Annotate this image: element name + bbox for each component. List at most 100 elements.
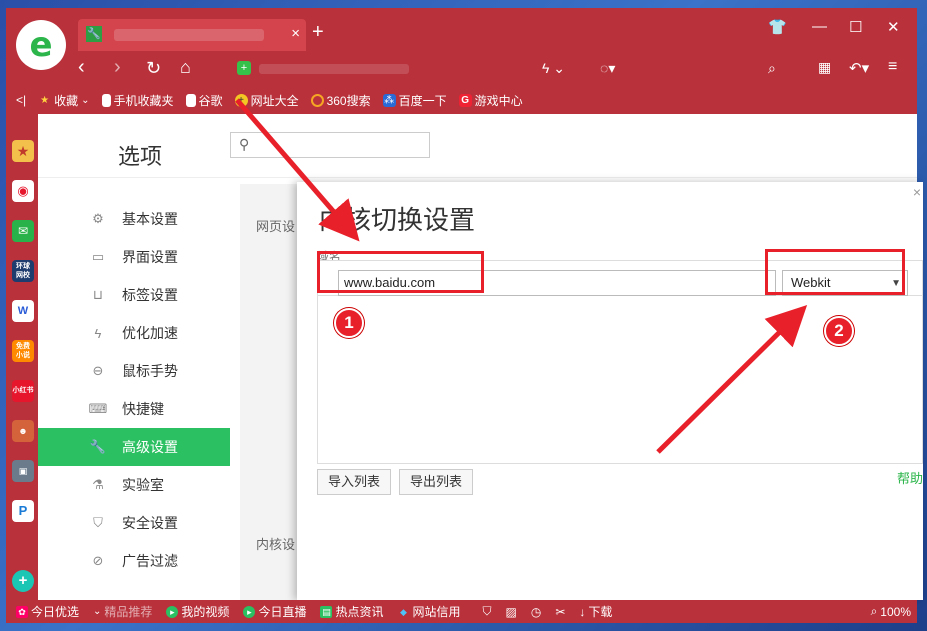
gear-icon: ⚙ — [92, 211, 104, 226]
tools-icon[interactable]: ✂ — [555, 605, 565, 619]
dialog-close-button[interactable]: × — [913, 184, 921, 200]
url-blurred — [259, 64, 409, 74]
annotation-badge-2: 2 — [824, 316, 854, 346]
search-icon[interactable]: ⌕ — [768, 60, 776, 77]
maximize-icon[interactable]: ☐ — [849, 18, 862, 36]
status-my-video[interactable]: ▸ 我的视频 — [166, 603, 229, 620]
menu-item-security[interactable]: ⛉ 安全设置 — [38, 504, 230, 542]
mail-icon[interactable]: ✉ — [12, 220, 34, 242]
bookmark-mobile[interactable]: 手机收藏夹 — [101, 92, 174, 109]
home-icon[interactable]: ⌂ — [180, 57, 191, 78]
bookmark-game-center[interactable]: G 游戏中心 — [458, 92, 523, 109]
search-icon: ⚲ — [239, 136, 250, 152]
tab-close-button[interactable]: × — [291, 25, 300, 42]
bookmark-google[interactable]: 谷歌 — [185, 92, 223, 109]
apps-grid-icon[interactable]: ▦ — [818, 59, 831, 76]
image-icon[interactable]: ▨ — [506, 605, 517, 619]
weibo-icon[interactable]: ◉ — [12, 180, 34, 202]
status-site-credit[interactable]: ◆ 网站信用 — [397, 603, 460, 620]
bookmark-baidu[interactable]: ⁂ 百度一下 — [382, 92, 447, 109]
pubg-icon[interactable]: ▣ — [12, 460, 34, 482]
window-icon: ▭ — [91, 249, 105, 264]
mouse-icon: ⊖ — [92, 363, 104, 378]
settings-menu: ⚙ 基本设置 ▭ 界面设置 ⊔ 标签设置 ϟ 优化加速 ⊖ 鼠标手势 ⌨ 快捷键 🔧 高级设置… — [38, 178, 230, 600]
bookmarks-bar: <| ★ 收藏 ⌄ 手机收藏夹 谷歌 + 网址大全 360搜索 ⁂ 百度一下 G 游戏中心 — [6, 88, 917, 112]
security-shield-icon: + — [237, 61, 251, 75]
menu-item-basic[interactable]: ⚙ 基本设置 — [38, 200, 230, 238]
bookmarks-toggle[interactable]: <| — [16, 93, 26, 107]
huanqiu-school-icon[interactable]: 环球 网校 — [12, 260, 34, 282]
status-recommend[interactable]: ⌄ 精品推荐 — [93, 603, 152, 620]
shield-icon: ⛉ — [93, 515, 103, 530]
menu-icon[interactable]: ≡ — [888, 58, 897, 76]
status-download[interactable]: ↓ 下载 — [579, 603, 612, 620]
menu-item-optimize[interactable]: ϟ 优化加速 — [38, 314, 230, 352]
menu-item-shortcuts[interactable]: ⌨ 快捷键 — [38, 390, 230, 428]
add-icon[interactable]: + — [12, 570, 34, 592]
status-zoom[interactable]: ⌕ 100% — [871, 604, 911, 619]
p-app-icon[interactable]: P — [12, 500, 34, 522]
chevron-icon: ⌄ — [93, 606, 102, 617]
shield-status-icon[interactable]: ⛉ — [482, 604, 491, 619]
menu-item-advanced[interactable]: 🔧 高级设置 — [38, 428, 230, 466]
bookmark-sites[interactable]: + 网址大全 — [234, 92, 299, 109]
sync-icon[interactable]: ◌▾ — [600, 60, 615, 77]
credit-icon: ◆ — [400, 606, 407, 617]
menu-item-adblock[interactable]: ⊘ 广告过滤 — [38, 542, 230, 580]
phone-icon — [101, 93, 111, 107]
status-news[interactable]: ▤ 热点资讯 — [320, 603, 383, 620]
menu-item-lab[interactable]: ⚗ 实验室 — [38, 466, 230, 504]
bookmark-360-search[interactable]: 360搜索 — [310, 92, 371, 109]
game-icon: G — [458, 93, 472, 107]
dialog-title: 内核切换设置 — [319, 205, 476, 235]
page-icon — [185, 93, 196, 107]
live-icon: ▸ — [243, 605, 256, 618]
skin-icon[interactable]: 👕 — [768, 18, 787, 36]
settings-search-input[interactable]: ⚲ — [230, 132, 430, 158]
speed-icon[interactable]: ◷ — [531, 605, 541, 619]
section-webpage: 网页设 — [256, 219, 296, 234]
back-icon[interactable]: ‹ — [78, 56, 85, 79]
free-novel-icon[interactable]: 免费 小说 — [12, 340, 34, 362]
minimize-icon[interactable]: — — [812, 18, 827, 35]
globe-icon: + — [234, 93, 248, 107]
section-kernel: 内核设 — [256, 537, 296, 552]
rail-favorites-icon[interactable]: ★ — [12, 140, 34, 162]
bookmark-favorites[interactable]: ★ 收藏 ⌄ — [38, 92, 89, 109]
forward-icon[interactable]: › — [114, 56, 121, 79]
status-today-picks[interactable]: ✿ 今日优选 — [16, 603, 79, 620]
block-icon: ⊘ — [92, 553, 104, 568]
annotation-badge-1: 1 — [334, 308, 364, 338]
flask-icon: ⚗ — [92, 477, 104, 492]
keyboard-icon: ⌨ — [88, 401, 108, 416]
baidu-paw-icon: ⁂ — [382, 93, 396, 107]
status-live[interactable]: ▸ 今日直播 — [243, 603, 306, 620]
close-icon[interactable]: ✕ — [887, 18, 900, 36]
highlight-domain-box — [317, 251, 484, 293]
zoom-icon: ⌕ — [870, 604, 878, 618]
search-360-icon — [310, 93, 324, 107]
xiaohongshu-icon[interactable]: 小红书 — [12, 380, 34, 402]
lightning-icon[interactable]: ϟ ⌄ — [542, 60, 565, 77]
menu-item-mouse[interactable]: ⊖ 鼠标手势 — [38, 352, 230, 390]
watermark-url: jingyan.baidu.com — [715, 573, 828, 589]
highlight-engine-box — [765, 249, 905, 295]
star-icon: ★ — [40, 94, 50, 106]
download-icon: ↓ — [579, 604, 586, 619]
browser-logo-icon[interactable]: e — [16, 20, 66, 70]
new-tab-button[interactable]: + — [312, 21, 324, 44]
lightning-icon: ϟ — [94, 325, 102, 341]
menu-item-tabs[interactable]: ⊔ 标签设置 — [38, 276, 230, 314]
video-icon: ▸ — [166, 605, 179, 618]
undo-icon[interactable]: ↶▾ — [849, 59, 869, 77]
game-hero-icon[interactable]: ☻ — [12, 420, 34, 442]
help-link[interactable]: 帮助 — [897, 468, 923, 487]
settings-header: 选项 ⚲ — [38, 114, 917, 178]
export-list-button[interactable]: 导出列表 — [399, 469, 474, 495]
browser-tab[interactable]: 🔧 × — [78, 19, 306, 51]
menu-item-interface[interactable]: ▭ 界面设置 — [38, 238, 230, 276]
word-icon[interactable]: W — [12, 300, 34, 322]
reload-icon[interactable]: ↻ — [146, 58, 161, 79]
import-list-button[interactable]: 导入列表 — [317, 469, 392, 495]
news-icon: ▤ — [320, 605, 333, 618]
